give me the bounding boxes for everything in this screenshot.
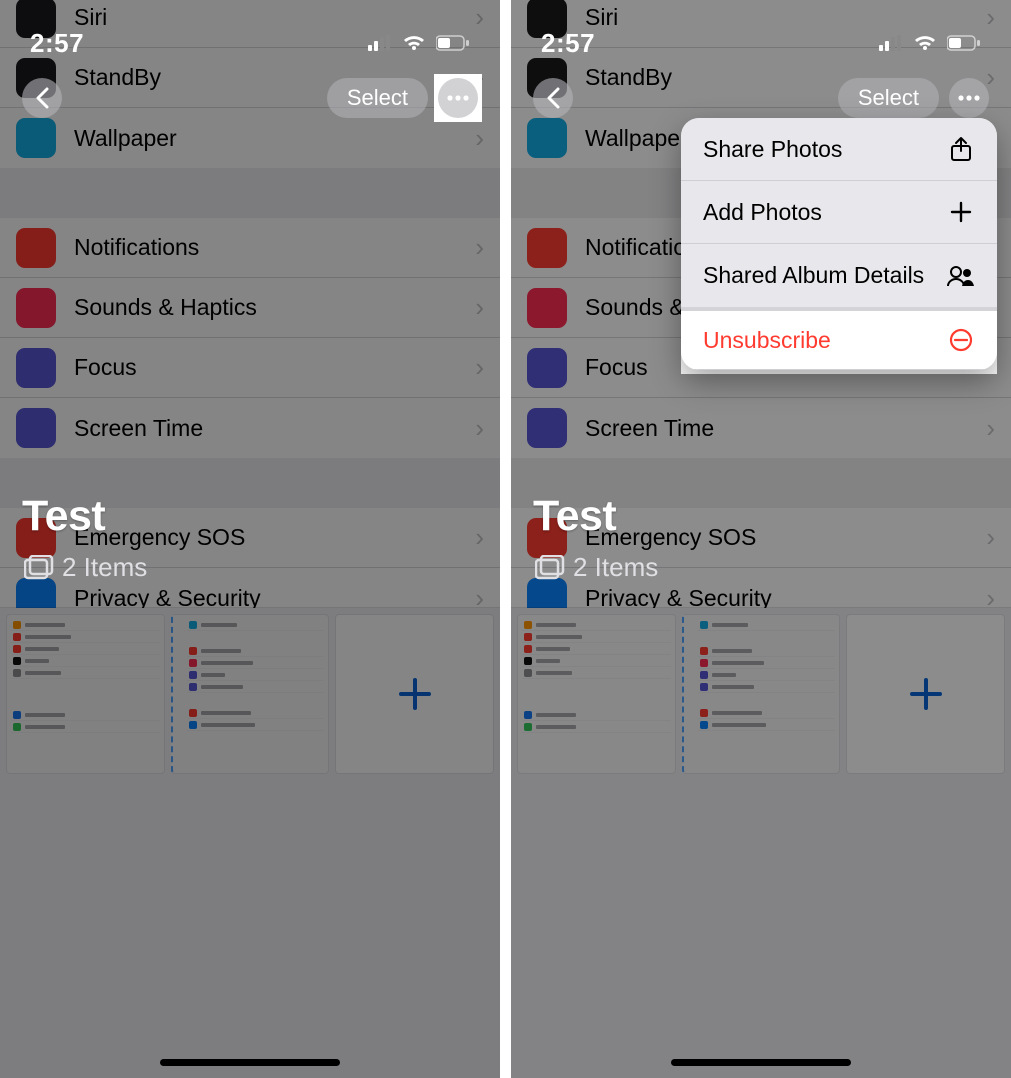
status-time: 2:57 [30,28,84,59]
row-label: Screen Time [74,415,475,442]
top-controls: Select [0,78,500,118]
top-controls: Select [511,78,1011,118]
menu-album-details[interactable]: Shared Album Details [681,244,997,307]
chevron-right-icon: › [475,352,484,383]
select-button[interactable]: Select [327,78,428,118]
chevron-right-icon: › [475,413,484,444]
row-label: Wallpaper [74,125,475,152]
status-bar: 2:57 [0,0,500,52]
plus-icon [947,200,975,224]
chevron-right-icon: › [475,522,484,553]
row-label: Notifications [74,234,475,261]
wifi-icon [913,34,937,52]
menu-label: Unsubscribe [703,327,831,354]
album-title: Test [533,492,616,541]
settings-row-screentime[interactable]: Screen Time› [0,398,500,458]
more-button[interactable] [949,78,989,118]
photos-stack-icon [535,555,565,581]
home-indicator[interactable] [160,1059,340,1066]
chevron-left-icon [35,87,49,109]
battery-icon [947,35,981,51]
wifi-icon [402,34,426,52]
chevron-right-icon: › [475,292,484,323]
select-label: Select [858,85,919,111]
settings-row-focus[interactable]: Focus› [0,338,500,398]
status-time: 2:57 [541,28,595,59]
album-title: Test [22,492,105,541]
battery-icon [436,35,470,51]
menu-share-photos[interactable]: Share Photos [681,118,997,181]
thumbnail-2[interactable] [682,614,841,774]
thumbnail-2[interactable] [171,614,330,774]
album-thumbnails [0,608,500,1078]
add-photo-tile[interactable] [335,614,494,774]
album-subtitle: 2 Items [535,552,658,583]
album-thumbnails [511,608,1011,1078]
more-button[interactable] [438,78,478,118]
minus-circle-icon [947,328,975,352]
thumbnail-1[interactable] [6,614,165,774]
chevron-right-icon: › [475,123,484,154]
settings-row-notifications[interactable]: Notifications› [0,218,500,278]
settings-row-screentime[interactable]: Screen Time› [511,398,1011,458]
menu-label: Share Photos [703,136,842,163]
row-label: Emergency SOS [74,524,475,551]
back-button[interactable] [533,78,573,118]
items-count-label: 2 Items [62,552,147,583]
ellipsis-icon [447,95,469,101]
add-photo-tile[interactable] [846,614,1005,774]
screenshot-left: Siri› StandBy› Wallpaper› Notifications›… [0,0,500,1078]
share-icon [947,136,975,162]
chevron-left-icon [546,87,560,109]
select-label: Select [347,85,408,111]
plus-icon [395,674,435,714]
cellular-signal-icon [879,35,903,51]
photos-stack-icon [24,555,54,581]
select-button[interactable]: Select [838,78,939,118]
chevron-right-icon: › [475,232,484,263]
menu-label: Shared Album Details [703,262,924,289]
cellular-signal-icon [368,35,392,51]
screenshot-right: Siri› StandBy› Wallpaper› Notifications›… [511,0,1011,1078]
row-label: Sounds & Haptics [74,294,475,321]
ellipsis-icon [958,95,980,101]
album-subtitle: 2 Items [24,552,147,583]
settings-row-sounds[interactable]: Sounds & Haptics› [0,278,500,338]
items-count-label: 2 Items [573,552,658,583]
people-icon [947,265,975,287]
home-indicator[interactable] [671,1059,851,1066]
menu-add-photos[interactable]: Add Photos [681,181,997,244]
plus-icon [906,674,946,714]
row-label: Focus [74,354,475,381]
menu-unsubscribe[interactable]: Unsubscribe [681,307,997,370]
context-menu: Share Photos Add Photos Shared Album Det… [681,118,997,370]
menu-label: Add Photos [703,199,822,226]
back-button[interactable] [22,78,62,118]
status-bar: 2:57 [511,0,1011,52]
thumbnail-1[interactable] [517,614,676,774]
